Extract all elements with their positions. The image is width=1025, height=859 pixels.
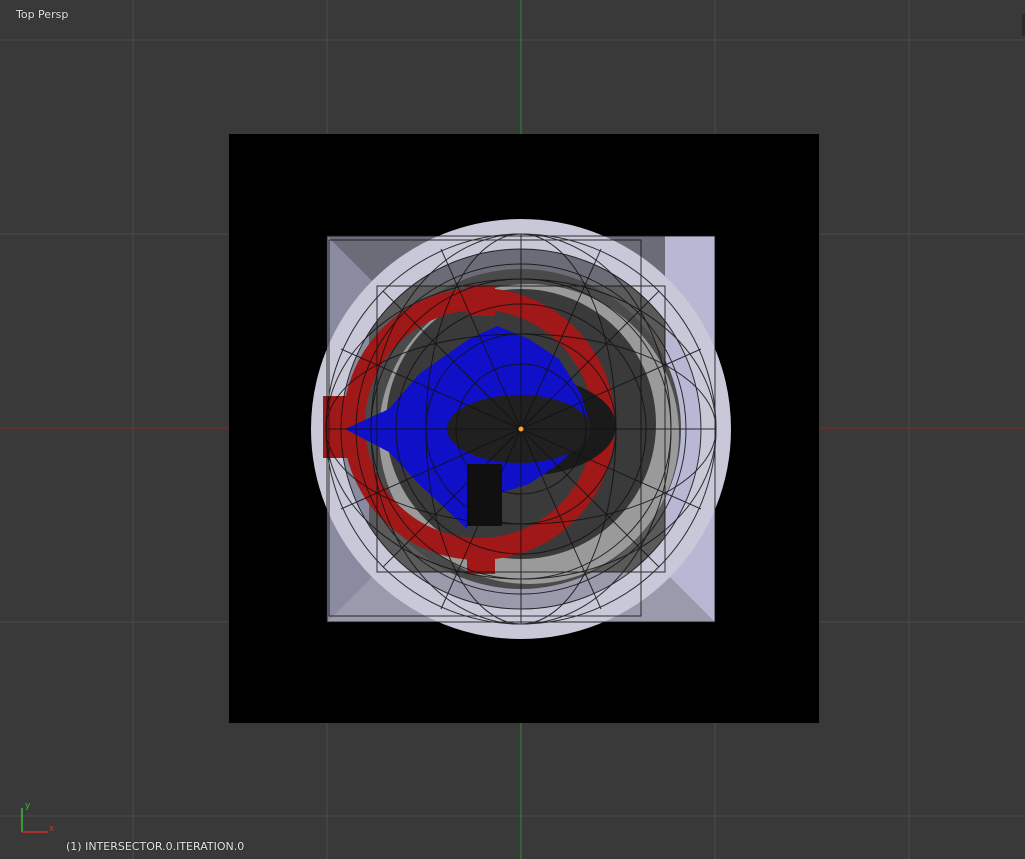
axis-y-label: y (25, 801, 31, 811)
object-origin (518, 426, 524, 432)
3d-viewport[interactable]: Top Persp y x (1) INTERSECTOR.0.ITERATIO… (0, 0, 1025, 859)
camera-view-frame (229, 134, 819, 723)
axis-orientation-gizmo: y x (21, 801, 55, 834)
view-name-label: Top Persp (16, 8, 69, 21)
axis-x-label: x (49, 824, 55, 834)
active-object-info: (1) INTERSECTOR.0.ITERATION.0 (66, 840, 245, 853)
scene-objects (311, 219, 731, 639)
